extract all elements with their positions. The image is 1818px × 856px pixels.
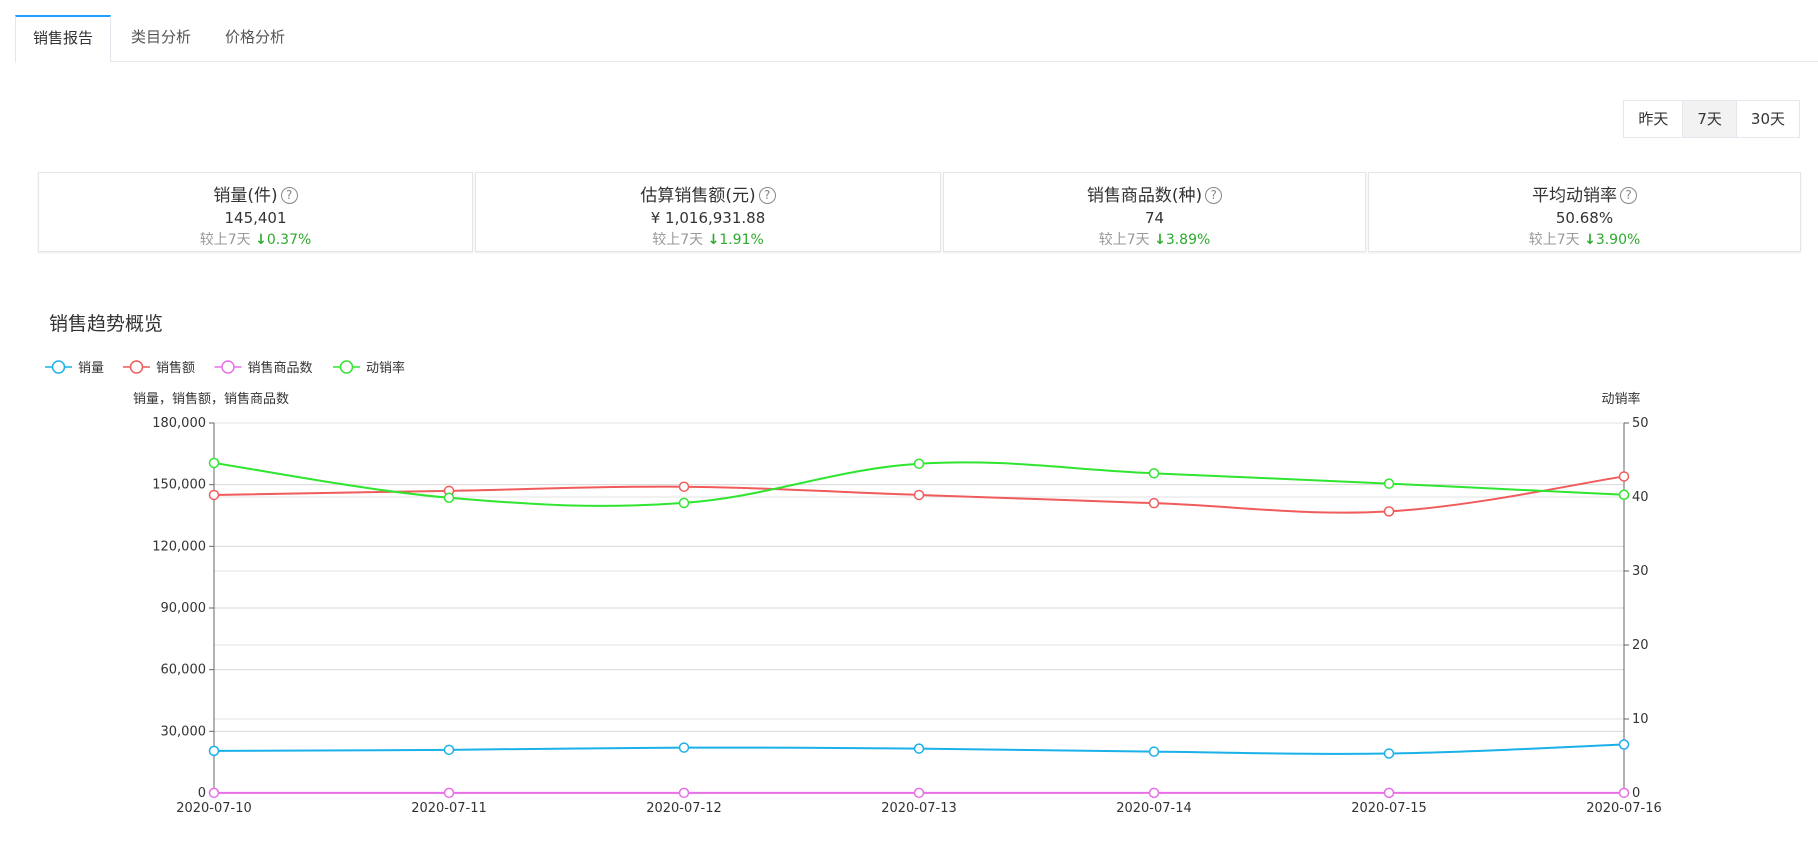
legend-marker [51, 360, 66, 374]
tab-category-analysis[interactable]: 类目分析 [121, 15, 201, 60]
data-point [1148, 746, 1160, 757]
range-7days-button[interactable]: 7天 [1682, 100, 1737, 138]
data-point [208, 787, 220, 799]
metric-value: 50.68% [1555, 209, 1614, 227]
legend-label: 销售商品数 [248, 360, 313, 376]
metric-title: 估算销售额(元) [640, 186, 756, 206]
y-axis-title-right: 动销率 [1601, 391, 1640, 407]
x-tick-label: 2020-07-11 [411, 801, 487, 816]
data-point [1148, 468, 1160, 479]
question-circle-icon[interactable]: ? [1205, 187, 1223, 204]
legend-marker [221, 360, 235, 374]
metric-delta: 3.90% [1595, 232, 1641, 248]
question-circle-icon[interactable]: ? [1620, 187, 1637, 204]
y-tick-label-right: 40 [1632, 490, 1649, 505]
y-tick-label-left: 60,000 [161, 663, 207, 678]
arrow-down-icon: ↓ [1154, 232, 1166, 248]
metric-cards: 销量(件)? 145,401 较上7天 ↓0.37% 估算销售额(元)? ¥ 1… [38, 172, 1801, 252]
y-tick-label-left: 150,000 [152, 478, 206, 493]
data-point [1383, 787, 1395, 799]
tab-sales-report[interactable]: 销售报告 [15, 15, 111, 63]
metric-title: 销量(件) [213, 186, 278, 206]
metric-card-product-count: 销售商品数(种)? 74 较上7天 ↓3.89% [943, 172, 1366, 252]
tab-price-analysis[interactable]: 价格分析 [215, 15, 295, 60]
legend-label: 动销率 [366, 360, 405, 376]
y-tick-label-left: 120,000 [152, 539, 206, 554]
range-30days-button[interactable]: 30天 [1735, 100, 1800, 138]
data-point [913, 787, 925, 799]
metric-delta: 3.89% [1165, 232, 1211, 248]
data-point [208, 457, 220, 469]
x-tick-label: 2020-07-14 [1116, 801, 1192, 816]
y-tick-label-left: 180,000 [152, 416, 206, 431]
x-tick-label: 2020-07-15 [1351, 801, 1427, 816]
x-tick-label: 2020-07-16 [1586, 801, 1662, 816]
range-yesterday-button[interactable]: 昨天 [1623, 100, 1684, 138]
x-tick-label: 2020-07-13 [881, 801, 957, 816]
data-point [1618, 489, 1630, 501]
data-point [1383, 506, 1395, 517]
arrow-down-icon: ↓ [707, 232, 720, 248]
metric-title: 销售商品数(种) [1086, 186, 1203, 206]
data-point [1618, 739, 1630, 750]
metric-title: 平均动销率 [1532, 186, 1617, 206]
data-point [1148, 787, 1160, 799]
metric-compare-label: 较上7天 [1098, 232, 1150, 248]
data-point [1618, 471, 1630, 482]
metric-delta: 1.91% [719, 232, 764, 248]
data-point [443, 744, 455, 756]
legend-marker [339, 360, 354, 374]
data-point [913, 489, 925, 501]
legend-label: 销售额 [156, 360, 195, 376]
metric-value: 145,401 [224, 209, 287, 227]
sales-trend-chart: 0 30,000 60,000 90,000 120,000 150,000 180,000… [45, 360, 1662, 816]
legend-label: 销量 [78, 361, 104, 376]
data-point [913, 458, 925, 469]
x-tick-label: 2020-07-12 [646, 801, 722, 816]
data-point [1618, 787, 1630, 799]
data-point [678, 787, 690, 799]
question-circle-icon[interactable]: ? [758, 187, 776, 204]
data-point [1148, 497, 1160, 509]
y-tick-label-left: 0 [198, 786, 206, 801]
tab-bar: 销售报告 类目分析 价格分析 [15, 15, 1818, 63]
arrow-down-icon: ↓ [255, 232, 267, 248]
metric-compare-label: 较上7天 [199, 232, 251, 248]
metric-value: 74 [1144, 209, 1165, 227]
y-tick-label-right: 0 [1632, 786, 1640, 801]
y-tick-label-left: 30,000 [161, 724, 207, 739]
y-tick-label-right: 50 [1632, 416, 1649, 431]
x-tick-label: 2020-07-10 [176, 801, 252, 816]
arrow-down-icon: ↓ [1584, 232, 1596, 248]
data-point [678, 481, 690, 492]
question-circle-icon[interactable]: ? [280, 187, 298, 204]
metric-compare-label: 较上7天 [1528, 232, 1580, 248]
data-point [1383, 478, 1395, 489]
y-tick-label-right: 30 [1632, 564, 1649, 579]
data-point [208, 489, 220, 501]
data-point [678, 497, 690, 509]
metric-value: ¥ 1,016,931.88 [650, 209, 766, 227]
date-range-group: 昨天 7天 30天 [1623, 100, 1800, 138]
metric-card-sales-volume: 销量(件)? 145,401 较上7天 ↓0.37% [38, 172, 473, 252]
metric-delta: 0.37% [266, 232, 312, 248]
y-tick-label-right: 10 [1632, 712, 1649, 727]
y-tick-label-left: 90,000 [161, 601, 207, 616]
section-title: 销售趋势概览 [49, 313, 164, 335]
metric-compare-label: 较上7天 [652, 232, 704, 248]
metric-card-sales-amount: 估算销售额(元)? ¥ 1,016,931.88 较上7天 ↓1.91% [475, 172, 941, 252]
legend-marker [129, 360, 144, 374]
data-point [678, 742, 690, 753]
data-point [1383, 748, 1395, 759]
data-point [913, 743, 925, 754]
y-tick-label-right: 20 [1632, 638, 1649, 653]
data-point [208, 745, 220, 757]
y-axis-title-left: 销量，销售额，销售商品数 [133, 391, 289, 407]
data-point [443, 787, 455, 799]
data-point [443, 492, 455, 503]
metric-card-sell-through-rate: 平均动销率? 50.68% 较上7天 ↓3.90% [1368, 172, 1801, 252]
